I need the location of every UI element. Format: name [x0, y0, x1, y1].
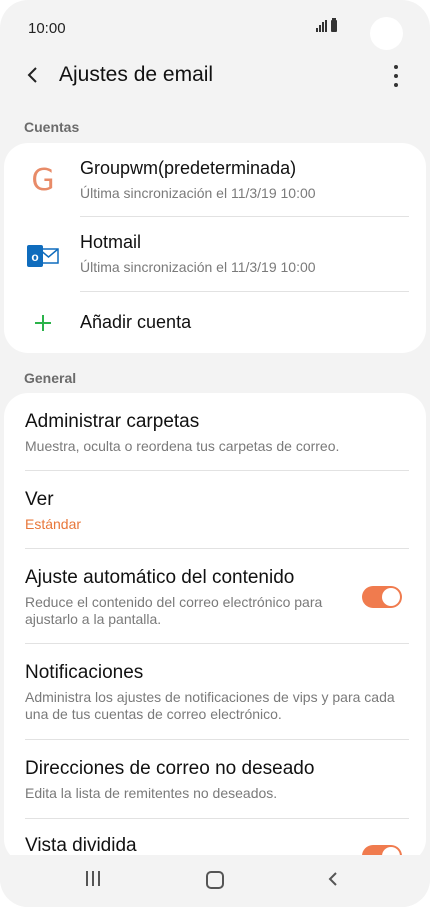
camera-cutout: [370, 17, 403, 50]
setting-title: Ajuste automático del contenido: [25, 567, 295, 588]
setting-subtitle: Reduce el contenido del correo electróni…: [25, 594, 323, 627]
setting-subtitle: Muestra, oculta o reordena tus carpetas …: [25, 438, 340, 454]
more-options-icon[interactable]: [386, 63, 406, 89]
setting-junk-addresses[interactable]: Direcciones de correo no deseado Edita l…: [4, 740, 426, 818]
navigation-bar: [0, 855, 430, 907]
battery-icon: [331, 18, 337, 32]
account-sync-time: Última sincronización el 11/3/19 10:00: [80, 185, 316, 201]
account-name: Groupwm(predeterminada): [80, 158, 297, 178]
phone-screen: 10:00 Ajustes de email Cuentas G Groupwm…: [0, 0, 430, 907]
recent-apps-icon[interactable]: [86, 871, 100, 886]
auto-fit-toggle[interactable]: [362, 586, 402, 608]
signal-icon: [316, 20, 327, 32]
nav-back-icon[interactable]: [326, 869, 340, 889]
account-row-groupwm[interactable]: G Groupwm(predeterminada) Última sincron…: [4, 143, 426, 217]
status-time: 10:00: [28, 20, 66, 37]
setting-title: Vista dividida: [25, 835, 137, 856]
setting-subtitle: Edita la lista de remitentes no deseados…: [25, 785, 278, 801]
setting-auto-fit-content[interactable]: Ajuste automático del contenido Reduce e…: [4, 549, 426, 644]
account-name: Hotmail: [80, 232, 142, 252]
account-sync-time: Última sincronización el 11/3/19 10:00: [80, 259, 316, 275]
svg-text:o: o: [31, 250, 38, 264]
status-bar: 10:00: [0, 0, 430, 56]
section-header-accounts: Cuentas: [24, 119, 80, 135]
outlook-icon: o: [26, 239, 60, 273]
setting-subtitle: Administra los ajustes de notificaciones…: [25, 689, 395, 722]
app-bar: Ajustes de email: [0, 56, 430, 96]
add-account-button[interactable]: Añadir cuenta: [4, 292, 426, 353]
setting-title: Notificaciones: [25, 662, 144, 683]
setting-title: Ver: [25, 489, 54, 510]
setting-title: Administrar carpetas: [25, 411, 200, 432]
google-g-icon: G: [31, 162, 55, 198]
account-row-hotmail[interactable]: o Hotmail Última sincronización el 11/3/…: [4, 217, 426, 291]
status-icons: [316, 18, 337, 32]
add-account-label: Añadir cuenta: [80, 312, 192, 332]
setting-value: Estándar: [25, 516, 82, 532]
setting-notifications[interactable]: Notificaciones Administra los ajustes de…: [4, 644, 426, 739]
page-title: Ajustes de email: [59, 63, 214, 86]
home-icon[interactable]: [206, 871, 224, 889]
section-header-general: General: [24, 370, 77, 386]
setting-view[interactable]: Ver Estándar: [4, 471, 426, 549]
setting-manage-folders[interactable]: Administrar carpetas Muestra, oculta o r…: [4, 393, 426, 471]
setting-title: Direcciones de correo no deseado: [25, 758, 315, 779]
accounts-card: G Groupwm(predeterminada) Última sincron…: [4, 143, 426, 353]
general-card: Administrar carpetas Muestra, oculta o r…: [4, 393, 426, 867]
back-arrow-icon[interactable]: [24, 62, 44, 88]
plus-icon: [26, 306, 60, 340]
